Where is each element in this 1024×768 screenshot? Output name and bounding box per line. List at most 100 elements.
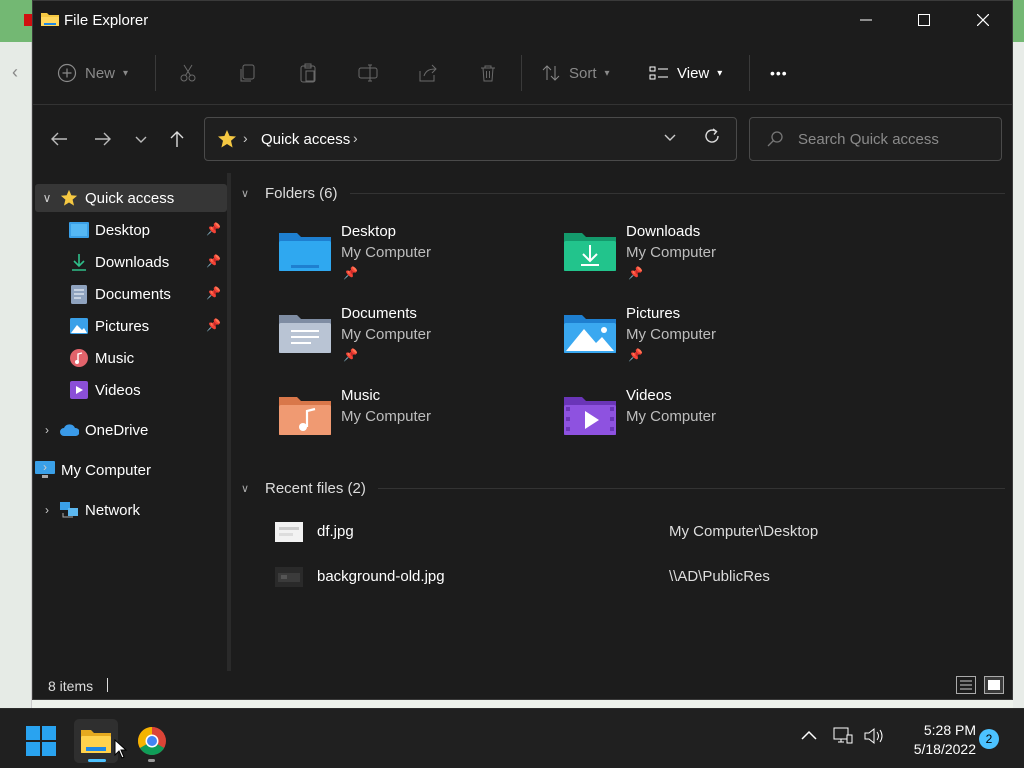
background-app-icon [24, 14, 32, 26]
folders-section-header[interactable]: ∨ Folders (6) [241, 181, 1005, 205]
sidebar-item-my-computer[interactable]: My Computer [35, 456, 227, 484]
toolbar-divider [155, 55, 156, 91]
navigation-bar: › Quick access › [33, 105, 1012, 173]
chevron-right-icon[interactable]: › [353, 130, 358, 146]
pin-icon[interactable]: 📌 [206, 222, 221, 236]
network-status-icon[interactable] [833, 727, 853, 750]
chevron-right-icon: › [243, 130, 248, 146]
maximize-button[interactable] [895, 1, 953, 39]
clock[interactable]: 5:28 PM 5/18/2022 [896, 721, 976, 759]
network-icon [59, 501, 79, 519]
new-button[interactable]: New ▾ [57, 59, 128, 87]
chevron-right-icon[interactable]: › [35, 503, 59, 517]
folder-tile-pictures[interactable]: Pictures My Computer 📌 [562, 305, 832, 375]
address-bar[interactable]: › Quick access › [204, 117, 737, 161]
folder-tile-music[interactable]: Music My Computer [277, 387, 547, 457]
status-separator [107, 678, 108, 692]
sidebar-item-network[interactable]: › Network [35, 496, 227, 524]
start-button[interactable] [19, 719, 63, 763]
chevron-down-icon: ∨ [241, 482, 250, 495]
paste-button[interactable] [298, 59, 318, 87]
volume-icon[interactable] [864, 727, 886, 750]
desktop-folder-icon [279, 233, 331, 271]
delete-button[interactable] [478, 59, 498, 87]
close-button[interactable] [954, 1, 1012, 39]
pin-icon[interactable]: 📌 [206, 254, 221, 268]
content-pane: ∨ Folders (6) Desktop My Computer 📌 Down… [235, 173, 1012, 671]
search-input[interactable] [798, 128, 988, 150]
view-button[interactable]: View ▾ [649, 59, 722, 87]
folder-name: Documents [341, 305, 417, 322]
chevron-right-icon[interactable]: › [35, 423, 59, 437]
chevron-down-icon[interactable]: ∨ [35, 191, 59, 205]
sort-button[interactable]: Sort ▾ [541, 59, 610, 87]
chevron-right-icon[interactable]: › [43, 460, 47, 474]
recent-files-section-header[interactable]: ∨ Recent files (2) [241, 476, 1005, 500]
rename-icon [358, 64, 378, 82]
up-button[interactable] [163, 125, 191, 153]
close-icon [977, 14, 989, 26]
folder-tile-desktop[interactable]: Desktop My Computer 📌 [277, 223, 547, 293]
active-app-indicator [88, 759, 106, 762]
back-button[interactable] [45, 125, 73, 153]
recent-locations-button[interactable] [127, 125, 155, 153]
folder-name: Videos [626, 387, 672, 404]
minimize-button[interactable] [837, 1, 895, 39]
recent-file-row[interactable]: df.jpg My Computer\Desktop [275, 518, 1005, 548]
recent-file-row[interactable]: background-old.jpg \\AD\PublicRes [275, 563, 1005, 593]
file-explorer-window: File Explorer New ▾ Sort ▾ View ▾ ••• › … [32, 0, 1013, 700]
star-icon [218, 130, 236, 148]
rename-button[interactable] [358, 59, 378, 87]
refresh-icon[interactable] [703, 127, 721, 151]
chevron-down-icon: ▾ [604, 67, 610, 79]
chevron-up-icon [801, 730, 817, 740]
share-button[interactable] [418, 59, 438, 87]
mouse-cursor-icon [114, 739, 128, 759]
address-dropdown-icon[interactable] [663, 130, 677, 147]
large-icons-view-button[interactable] [984, 676, 1004, 694]
notification-badge[interactable]: 2 [979, 729, 999, 749]
downloads-folder-icon [564, 233, 616, 271]
recent-file-path: My Computer\Desktop [669, 523, 819, 540]
folder-tile-documents[interactable]: Documents My Computer 📌 [277, 305, 547, 375]
image-thumbnail-icon [275, 567, 303, 587]
file-explorer-icon [81, 730, 111, 753]
forward-button[interactable] [89, 125, 117, 153]
sidebar-item-label: OneDrive [85, 421, 149, 439]
taskbar-file-explorer[interactable] [74, 719, 118, 763]
search-icon [767, 131, 783, 147]
pin-icon[interactable]: 📌 [206, 286, 221, 300]
see-more-button[interactable]: ••• [770, 59, 788, 87]
pictures-icon [69, 317, 89, 335]
title-bar[interactable]: File Explorer [33, 1, 1012, 39]
sidebar-item-documents[interactable]: Documents 📌 [35, 280, 227, 308]
taskbar-chrome[interactable] [130, 719, 174, 763]
folder-name: Pictures [626, 305, 681, 322]
sidebar-item-downloads[interactable]: Downloads 📌 [35, 248, 227, 276]
cut-button[interactable] [178, 59, 198, 87]
sidebar-item-pictures[interactable]: Pictures 📌 [35, 312, 227, 340]
chevron-down-icon: ∨ [241, 187, 250, 200]
folder-tile-downloads[interactable]: Downloads My Computer 📌 [562, 223, 832, 293]
sidebar-item-desktop[interactable]: Desktop 📌 [35, 216, 227, 244]
breadcrumb-quick-access[interactable]: Quick access [261, 131, 350, 148]
folder-tile-videos[interactable]: Videos My Computer [562, 387, 832, 457]
copy-button[interactable] [238, 59, 258, 87]
search-box[interactable] [749, 117, 1002, 161]
clock-time: 5:28 PM [923, 722, 976, 738]
sidebar-item-quick-access[interactable]: ∨ Quick access [35, 184, 227, 212]
background-window-edge: ‹ [0, 42, 32, 708]
show-hidden-icons-button[interactable] [800, 727, 818, 750]
sidebar-item-label: Music [95, 349, 135, 367]
sidebar-item-onedrive[interactable]: › OneDrive [35, 416, 227, 444]
sidebar-item-videos[interactable]: Videos [35, 376, 227, 404]
sidebar-item-label: Videos [95, 381, 141, 399]
pin-icon[interactable]: 📌 [206, 318, 221, 332]
music-icon [69, 349, 89, 367]
details-view-button[interactable] [956, 676, 976, 694]
background-back-arrow-icon: ‹ [12, 62, 18, 82]
minimize-icon [860, 19, 872, 21]
sidebar-item-music[interactable]: Music [35, 344, 227, 372]
open-app-indicator [148, 759, 155, 762]
chevron-down-icon: ▾ [717, 67, 723, 79]
